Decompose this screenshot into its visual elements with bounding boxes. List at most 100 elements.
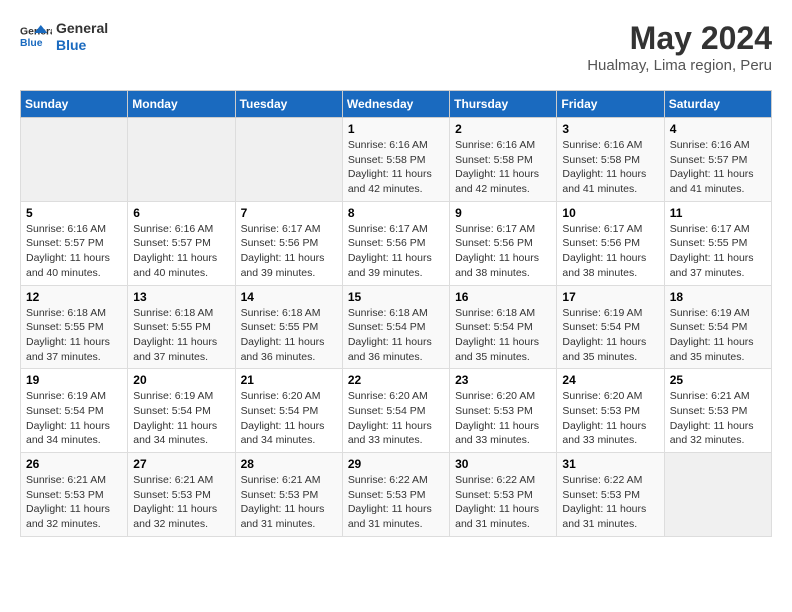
day-info: Sunrise: 6:21 AM Sunset: 5:53 PM Dayligh… [26, 473, 122, 532]
day-number: 19 [26, 373, 122, 387]
day-number: 24 [562, 373, 658, 387]
calendar-cell: 5 Sunrise: 6:16 AM Sunset: 5:57 PM Daylig… [21, 201, 128, 285]
day-number: 8 [348, 206, 444, 220]
day-number: 23 [455, 373, 551, 387]
day-info: Sunrise: 6:19 AM Sunset: 5:54 PM Dayligh… [562, 306, 658, 365]
logo-line2: Blue [56, 37, 108, 54]
day-number: 29 [348, 457, 444, 471]
day-info: Sunrise: 6:20 AM Sunset: 5:53 PM Dayligh… [562, 389, 658, 448]
day-number: 6 [133, 206, 229, 220]
calendar-cell: 25Sunrise: 6:21 AM Sunset: 5:53 PM Dayli… [664, 369, 771, 453]
calendar-cell: 13 Sunrise: 6:18 AM Sunset: 5:55 PM Dayli… [128, 285, 235, 369]
calendar-cell: 6 Sunrise: 6:16 AM Sunset: 5:57 PM Daylig… [128, 201, 235, 285]
day-info: Sunrise: 6:17 AM Sunset: 5:55 PM Dayligh… [670, 222, 766, 281]
day-info: Sunrise: 6:18 AM Sunset: 5:55 PM Dayligh… [133, 306, 229, 365]
day-number: 4 [670, 122, 766, 136]
day-info: Sunrise: 6:21 AM Sunset: 5:53 PM Dayligh… [241, 473, 337, 532]
calendar-cell [21, 118, 128, 202]
day-number: 12 [26, 290, 122, 304]
day-info: Sunrise: 6:16 AM Sunset: 5:57 PM Dayligh… [26, 222, 122, 281]
day-number: 26 [26, 457, 122, 471]
day-number: 2 [455, 122, 551, 136]
day-info: Sunrise: 6:18 AM Sunset: 5:54 PM Dayligh… [348, 306, 444, 365]
calendar-week-row: 5 Sunrise: 6:16 AM Sunset: 5:57 PM Daylig… [21, 201, 772, 285]
day-header-tuesday: Tuesday [235, 91, 342, 118]
calendar-cell: 11 Sunrise: 6:17 AM Sunset: 5:55 PM Dayli… [664, 201, 771, 285]
calendar-cell: 8Sunrise: 6:17 AM Sunset: 5:56 PM Daylig… [342, 201, 449, 285]
day-info: Sunrise: 6:20 AM Sunset: 5:54 PM Dayligh… [348, 389, 444, 448]
day-info: Sunrise: 6:16 AM Sunset: 5:57 PM Dayligh… [670, 138, 766, 197]
day-number: 15 [348, 290, 444, 304]
day-info: Sunrise: 6:21 AM Sunset: 5:53 PM Dayligh… [133, 473, 229, 532]
calendar-cell: 27Sunrise: 6:21 AM Sunset: 5:53 PM Dayli… [128, 453, 235, 537]
calendar-cell: 29 Sunrise: 6:22 AM Sunset: 5:53 PM Dayli… [342, 453, 449, 537]
calendar-cell: 9Sunrise: 6:17 AM Sunset: 5:56 PM Daylig… [450, 201, 557, 285]
day-header-wednesday: Wednesday [342, 91, 449, 118]
calendar-table: SundayMondayTuesdayWednesdayThursdayFrid… [20, 90, 772, 537]
day-info: Sunrise: 6:22 AM Sunset: 5:53 PM Dayligh… [455, 473, 551, 532]
calendar-week-row: 1 Sunrise: 6:16 AM Sunset: 5:58 PM Daylig… [21, 118, 772, 202]
calendar-cell: 28Sunrise: 6:21 AM Sunset: 5:53 PM Dayli… [235, 453, 342, 537]
calendar-cell: 3Sunrise: 6:16 AM Sunset: 5:58 PM Daylig… [557, 118, 664, 202]
day-info: Sunrise: 6:18 AM Sunset: 5:55 PM Dayligh… [241, 306, 337, 365]
day-number: 20 [133, 373, 229, 387]
calendar-cell: 7Sunrise: 6:17 AM Sunset: 5:56 PM Daylig… [235, 201, 342, 285]
day-info: Sunrise: 6:16 AM Sunset: 5:58 PM Dayligh… [455, 138, 551, 197]
day-number: 3 [562, 122, 658, 136]
day-number: 25 [670, 373, 766, 387]
day-number: 5 [26, 206, 122, 220]
calendar-cell: 19 Sunrise: 6:19 AM Sunset: 5:54 PM Dayli… [21, 369, 128, 453]
calendar-week-row: 12 Sunrise: 6:18 AM Sunset: 5:55 PM Dayli… [21, 285, 772, 369]
day-number: 11 [670, 206, 766, 220]
day-header-thursday: Thursday [450, 91, 557, 118]
page-header: General Blue General Blue May 2024 Hualm… [20, 20, 772, 74]
day-info: Sunrise: 6:20 AM Sunset: 5:54 PM Dayligh… [241, 389, 337, 448]
day-header-monday: Monday [128, 91, 235, 118]
calendar-cell [664, 453, 771, 537]
day-info: Sunrise: 6:20 AM Sunset: 5:53 PM Dayligh… [455, 389, 551, 448]
calendar-cell: 31 Sunrise: 6:22 AM Sunset: 5:53 PM Dayli… [557, 453, 664, 537]
calendar-cell: 16Sunrise: 6:18 AM Sunset: 5:54 PM Dayli… [450, 285, 557, 369]
calendar-header-row: SundayMondayTuesdayWednesdayThursdayFrid… [21, 91, 772, 118]
svg-text:Blue: Blue [20, 38, 43, 49]
calendar-cell: 17Sunrise: 6:19 AM Sunset: 5:54 PM Dayli… [557, 285, 664, 369]
day-number: 1 [348, 122, 444, 136]
calendar-cell: 30Sunrise: 6:22 AM Sunset: 5:53 PM Dayli… [450, 453, 557, 537]
calendar-cell: 12 Sunrise: 6:18 AM Sunset: 5:55 PM Dayli… [21, 285, 128, 369]
calendar-cell [235, 118, 342, 202]
day-info: Sunrise: 6:22 AM Sunset: 5:53 PM Dayligh… [562, 473, 658, 532]
day-info: Sunrise: 6:19 AM Sunset: 5:54 PM Dayligh… [133, 389, 229, 448]
calendar-cell: 22Sunrise: 6:20 AM Sunset: 5:54 PM Dayli… [342, 369, 449, 453]
calendar-cell: 26 Sunrise: 6:21 AM Sunset: 5:53 PM Dayli… [21, 453, 128, 537]
calendar-cell: 21 Sunrise: 6:20 AM Sunset: 5:54 PM Dayli… [235, 369, 342, 453]
day-header-friday: Friday [557, 91, 664, 118]
day-number: 31 [562, 457, 658, 471]
calendar-week-row: 26 Sunrise: 6:21 AM Sunset: 5:53 PM Dayli… [21, 453, 772, 537]
day-number: 7 [241, 206, 337, 220]
day-number: 13 [133, 290, 229, 304]
calendar-cell: 2 Sunrise: 6:16 AM Sunset: 5:58 PM Daylig… [450, 118, 557, 202]
day-number: 21 [241, 373, 337, 387]
day-number: 18 [670, 290, 766, 304]
calendar-cell: 10 Sunrise: 6:17 AM Sunset: 5:56 PM Dayli… [557, 201, 664, 285]
day-info: Sunrise: 6:19 AM Sunset: 5:54 PM Dayligh… [26, 389, 122, 448]
day-info: Sunrise: 6:17 AM Sunset: 5:56 PM Dayligh… [455, 222, 551, 281]
day-number: 10 [562, 206, 658, 220]
calendar-cell: 24 Sunrise: 6:20 AM Sunset: 5:53 PM Dayli… [557, 369, 664, 453]
day-info: Sunrise: 6:17 AM Sunset: 5:56 PM Dayligh… [562, 222, 658, 281]
day-header-sunday: Sunday [21, 91, 128, 118]
month-year-title: May 2024 [587, 20, 772, 57]
day-info: Sunrise: 6:18 AM Sunset: 5:55 PM Dayligh… [26, 306, 122, 365]
calendar-cell: 18 Sunrise: 6:19 AM Sunset: 5:54 PM Dayli… [664, 285, 771, 369]
day-info: Sunrise: 6:22 AM Sunset: 5:53 PM Dayligh… [348, 473, 444, 532]
day-info: Sunrise: 6:19 AM Sunset: 5:54 PM Dayligh… [670, 306, 766, 365]
logo-line1: General [56, 20, 108, 37]
calendar-cell [128, 118, 235, 202]
logo-icon: General Blue [20, 23, 52, 51]
calendar-cell: 4 Sunrise: 6:16 AM Sunset: 5:57 PM Daylig… [664, 118, 771, 202]
calendar-cell: 1Sunrise: 6:16 AM Sunset: 5:58 PM Daylig… [342, 118, 449, 202]
day-header-saturday: Saturday [664, 91, 771, 118]
location-subtitle: Hualmay, Lima region, Peru [587, 57, 772, 74]
day-info: Sunrise: 6:16 AM Sunset: 5:57 PM Dayligh… [133, 222, 229, 281]
calendar-cell: 20 Sunrise: 6:19 AM Sunset: 5:54 PM Dayli… [128, 369, 235, 453]
